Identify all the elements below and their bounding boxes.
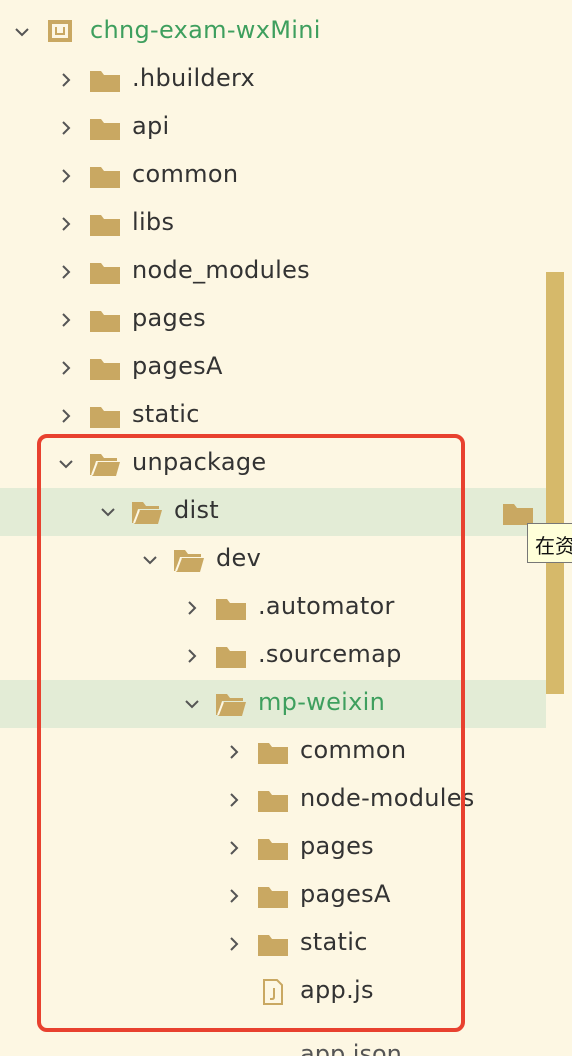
js-file-icon (257, 979, 289, 1005)
chevron-down-icon[interactable] (100, 504, 116, 520)
chevron-right-icon[interactable] (58, 408, 74, 424)
folder-icon (89, 355, 121, 381)
chevron-right-icon[interactable] (184, 600, 200, 616)
tooltip: 在资 (527, 523, 572, 563)
chevron-right-icon[interactable] (226, 936, 242, 952)
folder-icon (89, 211, 121, 237)
folder-icon (257, 739, 289, 765)
tree-item-label: unpackage (132, 448, 267, 476)
tree-item-node-modules[interactable]: node-modules (0, 776, 546, 824)
chevron-right-icon[interactable] (58, 72, 74, 88)
project-explorer-tree: chng-exam-wxMini .hbuilderx api common libs… (0, 8, 572, 1016)
project-icon (47, 19, 73, 43)
chevron-right-icon[interactable] (58, 264, 74, 280)
folder-icon (89, 163, 121, 189)
tree-item-common[interactable]: common (0, 728, 546, 776)
chevron-right-icon[interactable] (58, 168, 74, 184)
folder-icon (215, 643, 247, 669)
chevron-right-icon[interactable] (58, 312, 74, 328)
folder-icon (257, 931, 289, 957)
tree-item-dev[interactable]: dev (0, 536, 546, 584)
tree-item-label: app.js (300, 976, 374, 1004)
tree-item-label: .sourcemap (258, 640, 402, 668)
tree-item-label: .hbuilderx (132, 64, 256, 92)
tree-item-label: pagesA (300, 880, 391, 908)
tree-item-label: node_modules (132, 256, 310, 284)
tree-item-app-js[interactable]: app.js (0, 968, 546, 1016)
chevron-down-icon[interactable] (142, 552, 158, 568)
tree-item-label: node-modules (300, 784, 475, 812)
tree-item-label: dist (174, 496, 220, 524)
tree-item-label: pages (132, 304, 206, 332)
folder-open-icon (173, 547, 205, 573)
tree-item-label: pages (300, 832, 374, 860)
folder-icon (89, 67, 121, 93)
tree-item-label: mp-weixin (258, 688, 386, 716)
tree-item-mp-weixin[interactable]: mp-weixin (0, 680, 546, 728)
chevron-right-icon[interactable] (58, 216, 74, 232)
tree-item-label: pagesA (132, 352, 223, 380)
tree-item-label: static (300, 928, 368, 956)
tree-item-common[interactable]: common (0, 152, 546, 200)
tree-item-pages[interactable]: pages (0, 296, 546, 344)
folder-icon (89, 403, 121, 429)
tree-item-sourcemap[interactable]: .sourcemap (0, 632, 546, 680)
folder-icon (257, 787, 289, 813)
tree-item-pages[interactable]: pages (0, 824, 546, 872)
chevron-right-icon[interactable] (226, 888, 242, 904)
tree-item-label: common (300, 736, 407, 764)
folder-icon (89, 259, 121, 285)
chevron-down-icon[interactable] (14, 24, 30, 40)
chevron-right-icon[interactable] (58, 360, 74, 376)
tree-item-node-modules[interactable]: node_modules (0, 248, 546, 296)
folder-icon (215, 595, 247, 621)
folder-icon (89, 307, 121, 333)
tree-item-hbuilderx[interactable]: .hbuilderx (0, 56, 546, 104)
tree-item-label: api (132, 112, 170, 140)
tree-item-pagesa[interactable]: pagesA (0, 872, 546, 920)
project-root-row[interactable]: chng-exam-wxMini (0, 8, 546, 56)
folder-open-icon (215, 691, 247, 717)
tree-item-dist[interactable]: dist (0, 488, 546, 536)
folder-icon (89, 115, 121, 141)
chevron-right-icon[interactable] (226, 840, 242, 856)
tree-item-label-cut[interactable]: app.json (300, 1030, 402, 1056)
folder-icon (257, 835, 289, 861)
tree-item-label: dev (216, 544, 262, 572)
chevron-down-icon[interactable] (184, 696, 200, 712)
chevron-down-icon[interactable] (58, 456, 74, 472)
tree-item-label: .automator (258, 592, 395, 620)
tree-item-automator[interactable]: .automator (0, 584, 546, 632)
folder-open-icon (89, 451, 121, 477)
scrollbar-thumb[interactable] (546, 272, 564, 694)
tree-item-unpackage[interactable]: unpackage (0, 440, 546, 488)
tree-item-label: common (132, 160, 239, 188)
project-name: chng-exam-wxMini (90, 16, 321, 44)
chevron-right-icon[interactable] (58, 120, 74, 136)
tree-item-static[interactable]: static (0, 920, 546, 968)
folder-open-icon (131, 499, 163, 525)
tree-item-pagesa[interactable]: pagesA (0, 344, 546, 392)
tree-item-label: libs (132, 208, 175, 236)
chevron-right-icon[interactable] (226, 792, 242, 808)
tree-item-static[interactable]: static (0, 392, 546, 440)
tree-item-label: static (132, 400, 200, 428)
chevron-right-icon[interactable] (184, 648, 200, 664)
folder-icon (257, 883, 289, 909)
tree-item-libs[interactable]: libs (0, 200, 546, 248)
chevron-right-icon[interactable] (226, 744, 242, 760)
tree-item-api[interactable]: api (0, 104, 546, 152)
